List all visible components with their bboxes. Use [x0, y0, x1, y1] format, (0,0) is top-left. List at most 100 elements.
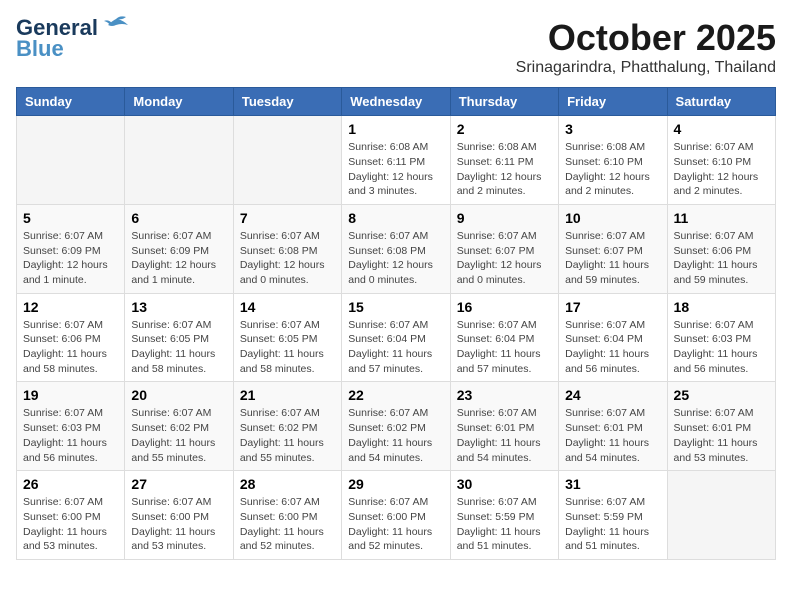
- header-friday: Friday: [559, 88, 667, 116]
- day-info: Sunrise: 6:07 AMSunset: 6:09 PMDaylight:…: [23, 229, 118, 288]
- calendar-day: [233, 116, 341, 205]
- calendar-day: 2Sunrise: 6:08 AMSunset: 6:11 PMDaylight…: [450, 116, 558, 205]
- day-number: 30: [457, 476, 552, 492]
- calendar-day: 4 Sunrise: 6:07 AMSunset: 6:10 PMDaylight…: [667, 116, 775, 205]
- day-info: Sunrise: 6:07 AMSunset: 6:00 PMDaylight:…: [240, 495, 335, 554]
- day-info: Sunrise: 6:07 AMSunset: 6:03 PMDaylight:…: [674, 318, 769, 377]
- header-monday: Monday: [125, 88, 233, 116]
- day-info: Sunrise: 6:07 AMSunset: 6:07 PMDaylight:…: [457, 229, 552, 288]
- calendar-week-2: 5 Sunrise: 6:07 AMSunset: 6:09 PMDaylight…: [17, 204, 776, 293]
- calendar-day: [17, 116, 125, 205]
- day-number: 21: [240, 387, 335, 403]
- day-info: Sunrise: 6:07 AMSunset: 6:02 PMDaylight:…: [348, 406, 443, 465]
- header-wednesday: Wednesday: [342, 88, 450, 116]
- calendar-day: 16 Sunrise: 6:07 AMSunset: 6:04 PMDayligh…: [450, 293, 558, 382]
- day-info: Sunrise: 6:07 AMSunset: 6:04 PMDaylight:…: [565, 318, 660, 377]
- day-number: 5: [23, 210, 118, 226]
- calendar-day: 3 Sunrise: 6:08 AMSunset: 6:10 PMDaylight…: [559, 116, 667, 205]
- location-subtitle: Srinagarindra, Phatthalung, Thailand: [516, 59, 776, 77]
- calendar-day: 11 Sunrise: 6:07 AMSunset: 6:06 PMDayligh…: [667, 204, 775, 293]
- calendar-day: 24Sunrise: 6:07 AMSunset: 6:01 PMDayligh…: [559, 382, 667, 471]
- day-info: Sunrise: 6:08 AMSunset: 6:11 PMDaylight:…: [348, 140, 443, 199]
- day-number: 16: [457, 299, 552, 315]
- calendar-day: 8 Sunrise: 6:07 AMSunset: 6:08 PMDaylight…: [342, 204, 450, 293]
- calendar-day: 18 Sunrise: 6:07 AMSunset: 6:03 PMDayligh…: [667, 293, 775, 382]
- day-info: Sunrise: 6:07 AMSunset: 6:00 PMDaylight:…: [131, 495, 226, 554]
- day-number: 15: [348, 299, 443, 315]
- day-info: Sunrise: 6:07 AMSunset: 6:03 PMDaylight:…: [23, 406, 118, 465]
- calendar-day: 20 Sunrise: 6:07 AMSunset: 6:02 PMDayligh…: [125, 382, 233, 471]
- calendar-day: 13 Sunrise: 6:07 AMSunset: 6:05 PMDayligh…: [125, 293, 233, 382]
- header-sunday: Sunday: [17, 88, 125, 116]
- calendar-table: Sunday Monday Tuesday Wednesday Thursday…: [16, 87, 776, 560]
- day-number: 13: [131, 299, 226, 315]
- day-info: Sunrise: 6:07 AMSunset: 6:04 PMDaylight:…: [457, 318, 552, 377]
- day-info: Sunrise: 6:07 AMSunset: 6:10 PMDaylight:…: [674, 140, 769, 199]
- day-number: 23: [457, 387, 552, 403]
- month-title: October 2025: [516, 16, 776, 59]
- day-info: Sunrise: 6:07 AMSunset: 6:08 PMDaylight:…: [348, 229, 443, 288]
- title-area: October 2025 Srinagarindra, Phatthalung,…: [516, 16, 776, 77]
- day-number: 11: [674, 210, 769, 226]
- day-info: Sunrise: 6:07 AMSunset: 6:05 PMDaylight:…: [240, 318, 335, 377]
- day-number: 7: [240, 210, 335, 226]
- day-number: 3: [565, 121, 660, 137]
- calendar-week-5: 26 Sunrise: 6:07 AMSunset: 6:00 PMDayligh…: [17, 471, 776, 560]
- day-info: Sunrise: 6:07 AMSunset: 6:01 PMDaylight:…: [674, 406, 769, 465]
- day-number: 29: [348, 476, 443, 492]
- day-number: 1: [348, 121, 443, 137]
- calendar-day: 31 Sunrise: 6:07 AMSunset: 5:59 PMDayligh…: [559, 471, 667, 560]
- calendar-day: 19 Sunrise: 6:07 AMSunset: 6:03 PMDayligh…: [17, 382, 125, 471]
- day-info: Sunrise: 6:07 AMSunset: 6:06 PMDaylight:…: [674, 229, 769, 288]
- day-number: 19: [23, 387, 118, 403]
- calendar-day: 30Sunrise: 6:07 AMSunset: 5:59 PMDayligh…: [450, 471, 558, 560]
- day-number: 8: [348, 210, 443, 226]
- day-info: Sunrise: 6:07 AMSunset: 6:05 PMDaylight:…: [131, 318, 226, 377]
- day-number: 27: [131, 476, 226, 492]
- day-info: Sunrise: 6:07 AMSunset: 6:02 PMDaylight:…: [240, 406, 335, 465]
- calendar-day: 26 Sunrise: 6:07 AMSunset: 6:00 PMDayligh…: [17, 471, 125, 560]
- day-number: 18: [674, 299, 769, 315]
- calendar-day: 21 Sunrise: 6:07 AMSunset: 6:02 PMDayligh…: [233, 382, 341, 471]
- calendar-day: 7 Sunrise: 6:07 AMSunset: 6:08 PMDaylight…: [233, 204, 341, 293]
- header-tuesday: Tuesday: [233, 88, 341, 116]
- header-saturday: Saturday: [667, 88, 775, 116]
- logo: General Blue: [16, 16, 130, 62]
- day-number: 25: [674, 387, 769, 403]
- day-number: 22: [348, 387, 443, 403]
- day-number: 31: [565, 476, 660, 492]
- day-number: 20: [131, 387, 226, 403]
- calendar-day: 27 Sunrise: 6:07 AMSunset: 6:00 PMDayligh…: [125, 471, 233, 560]
- header-thursday: Thursday: [450, 88, 558, 116]
- page-header: General Blue October 2025 Srinagarindra,…: [16, 16, 776, 77]
- day-info: Sunrise: 6:07 AMSunset: 5:59 PMDaylight:…: [565, 495, 660, 554]
- calendar-day: 10 Sunrise: 6:07 AMSunset: 6:07 PMDayligh…: [559, 204, 667, 293]
- day-info: Sunrise: 6:08 AMSunset: 6:10 PMDaylight:…: [565, 140, 660, 199]
- day-number: 26: [23, 476, 118, 492]
- day-number: 10: [565, 210, 660, 226]
- day-info: Sunrise: 6:07 AMSunset: 6:09 PMDaylight:…: [131, 229, 226, 288]
- day-info: Sunrise: 6:07 AMSunset: 6:02 PMDaylight:…: [131, 406, 226, 465]
- calendar-header-row: Sunday Monday Tuesday Wednesday Thursday…: [17, 88, 776, 116]
- day-info: Sunrise: 6:07 AMSunset: 6:00 PMDaylight:…: [23, 495, 118, 554]
- calendar-day: 12Sunrise: 6:07 AMSunset: 6:06 PMDayligh…: [17, 293, 125, 382]
- calendar-day: 15Sunrise: 6:07 AMSunset: 6:04 PMDayligh…: [342, 293, 450, 382]
- calendar-day: 22 Sunrise: 6:07 AMSunset: 6:02 PMDayligh…: [342, 382, 450, 471]
- calendar-day: 17Sunrise: 6:07 AMSunset: 6:04 PMDayligh…: [559, 293, 667, 382]
- calendar-day: [667, 471, 775, 560]
- calendar-day: 14 Sunrise: 6:07 AMSunset: 6:05 PMDayligh…: [233, 293, 341, 382]
- day-info: Sunrise: 6:07 AMSunset: 6:01 PMDaylight:…: [457, 406, 552, 465]
- calendar-week-1: 1 Sunrise: 6:08 AMSunset: 6:11 PMDaylight…: [17, 116, 776, 205]
- day-number: 4: [674, 121, 769, 137]
- calendar-day: 23 Sunrise: 6:07 AMSunset: 6:01 PMDayligh…: [450, 382, 558, 471]
- logo-bird-icon: [102, 15, 130, 37]
- day-number: 14: [240, 299, 335, 315]
- day-number: 28: [240, 476, 335, 492]
- day-info: Sunrise: 6:07 AMSunset: 6:07 PMDaylight:…: [565, 229, 660, 288]
- day-info: Sunrise: 6:07 AMSunset: 6:06 PMDaylight:…: [23, 318, 118, 377]
- day-info: Sunrise: 6:07 AMSunset: 6:08 PMDaylight:…: [240, 229, 335, 288]
- calendar-week-3: 12Sunrise: 6:07 AMSunset: 6:06 PMDayligh…: [17, 293, 776, 382]
- calendar-day: 1 Sunrise: 6:08 AMSunset: 6:11 PMDaylight…: [342, 116, 450, 205]
- day-number: 24: [565, 387, 660, 403]
- calendar-day: 29Sunrise: 6:07 AMSunset: 6:00 PMDayligh…: [342, 471, 450, 560]
